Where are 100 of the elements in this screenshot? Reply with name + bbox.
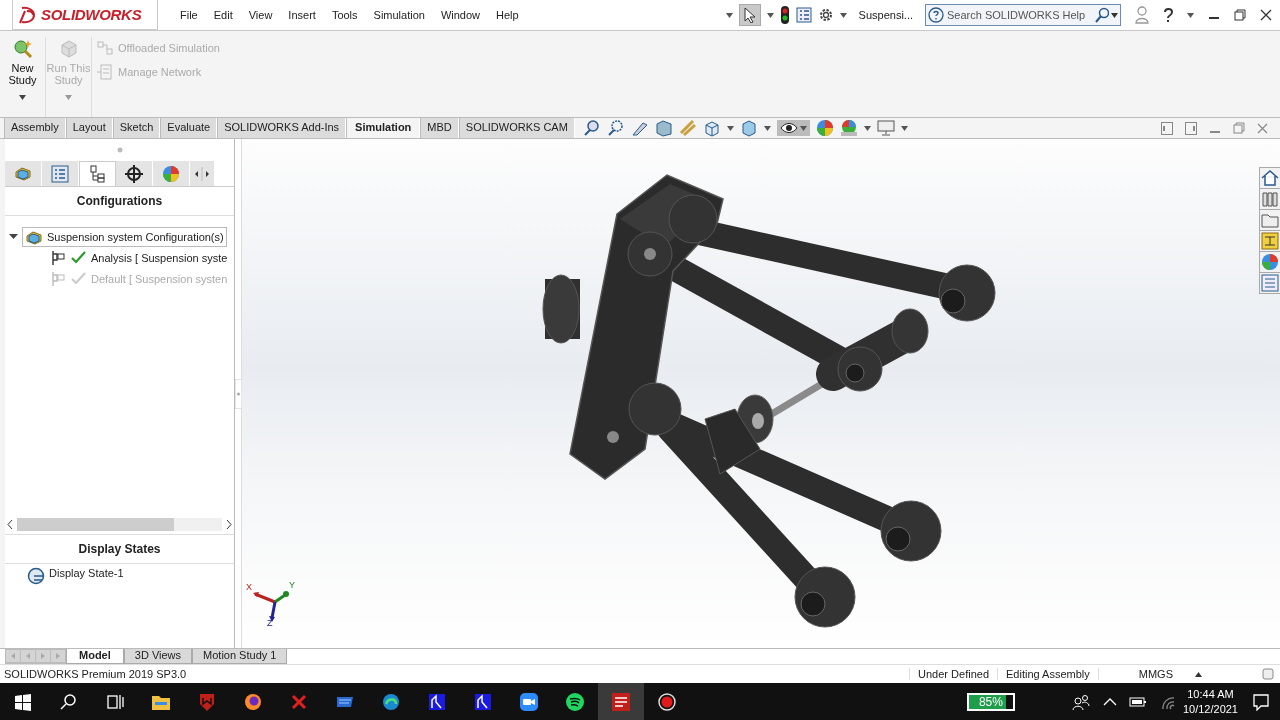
zoom-to-area-icon[interactable] xyxy=(606,119,625,137)
scene-ball-icon[interactable] xyxy=(839,119,858,137)
expand-caret-icon[interactable] xyxy=(9,232,18,241)
menu-item[interactable]: Simulation xyxy=(365,9,433,21)
dropdown-caret-icon[interactable] xyxy=(839,12,847,18)
shield-icon[interactable] xyxy=(197,691,217,712)
windows-start-icon[interactable] xyxy=(13,691,33,712)
network-nodes-icon xyxy=(96,40,114,56)
hide-show-items-button[interactable] xyxy=(776,120,810,136)
close-icon[interactable] xyxy=(1260,9,1272,21)
menu-item[interactable]: Insert xyxy=(280,9,324,21)
square-app-icon[interactable] xyxy=(473,691,493,712)
clock[interactable]: 10:44 AM 10/12/2021 xyxy=(1182,686,1238,717)
record-icon[interactable] xyxy=(657,691,677,712)
display-style-icon[interactable] xyxy=(739,119,758,137)
model-tab[interactable]: 3D Views xyxy=(123,649,193,664)
scroll-right-icon[interactable] xyxy=(226,519,232,529)
panel-title: Display States xyxy=(5,534,234,564)
scrollbar-thumb[interactable] xyxy=(17,517,174,531)
square-app-icon[interactable] xyxy=(427,691,447,712)
chevron-up-icon[interactable] xyxy=(1102,696,1117,707)
command-tab[interactable]: Evaluate xyxy=(160,118,218,138)
cad-app-icon[interactable] xyxy=(611,691,631,712)
video-call-icon[interactable] xyxy=(519,691,539,712)
dropdown-caret-icon[interactable] xyxy=(725,12,733,18)
menu-item[interactable]: Tools xyxy=(323,9,366,21)
restore-icon[interactable] xyxy=(1234,9,1246,21)
dropdown-caret-icon[interactable] xyxy=(1187,12,1194,18)
menu-item[interactable]: File xyxy=(172,9,206,21)
tile-left-icon[interactable] xyxy=(1161,121,1173,135)
battery-icon[interactable] xyxy=(1128,695,1147,708)
menu-item[interactable]: View xyxy=(240,9,281,21)
help-icon xyxy=(928,7,944,23)
library-books-icon[interactable] xyxy=(1260,189,1280,209)
model-tab[interactable]: Motion Study 1 xyxy=(192,649,288,664)
menu-item[interactable]: Help xyxy=(488,9,527,21)
scroll-left-icon[interactable] xyxy=(7,519,13,529)
tab-scroll-button[interactable] xyxy=(190,161,214,186)
search-icon xyxy=(1095,7,1109,23)
server-rack-icon xyxy=(96,64,114,80)
home-icon[interactable] xyxy=(1260,168,1280,188)
configuration-root-item[interactable]: Suspension system Configuration(s) xyxy=(22,226,227,247)
configuration-manager-icon xyxy=(88,165,107,183)
status-field: MMGS xyxy=(1097,668,1195,680)
help-search-box[interactable]: Search SOLIDWORKS Help xyxy=(925,4,1121,26)
status-text: SOLIDWORKS Premium 2019 SP3.0 xyxy=(4,668,187,680)
display-state-item[interactable]: Display State-1 xyxy=(49,567,124,579)
model-tab[interactable]: Model xyxy=(66,649,124,664)
select-tool-button[interactable] xyxy=(738,4,761,26)
section-view-icon[interactable] xyxy=(654,119,673,137)
command-tab[interactable]: SOLIDWORKS Add-Ins xyxy=(217,118,347,138)
axis-triad-drawing: X Y Z xyxy=(246,580,295,626)
people-icon[interactable] xyxy=(1070,692,1091,711)
music-app-icon[interactable] xyxy=(565,691,585,712)
dropdown-caret-icon[interactable] xyxy=(900,125,908,131)
traffic-light-icon[interactable] xyxy=(779,6,790,24)
zoom-to-fit-icon[interactable] xyxy=(582,119,601,137)
menu-item[interactable]: Window xyxy=(432,9,489,21)
display-state-icon xyxy=(27,567,45,585)
configuration-node-icon xyxy=(51,270,67,287)
help-search-field[interactable]: Search SOLIDWORKS Help xyxy=(946,9,1093,21)
battery-meter: 85% xyxy=(966,692,1015,711)
appearance-ball-icon[interactable] xyxy=(815,119,834,137)
view-orientation-icon[interactable] xyxy=(702,119,721,137)
settings-icon[interactable] xyxy=(817,7,834,23)
dropdown-caret-icon[interactable] xyxy=(726,125,734,131)
help-menu-icon[interactable] xyxy=(1163,7,1173,23)
command-tab[interactable]: Sketch xyxy=(112,118,161,138)
configuration-item[interactable]: Analysis [ Suspension syste xyxy=(91,251,228,264)
expand-up-icon[interactable] xyxy=(1195,671,1202,677)
status-field: Under Defined xyxy=(909,668,997,680)
tile-right-icon[interactable] xyxy=(1185,121,1197,135)
command-tab[interactable]: Assembly xyxy=(4,118,66,138)
user-icon[interactable] xyxy=(1135,6,1149,24)
command-tab[interactable]: SOLIDWORKS CAM xyxy=(458,118,575,138)
feature-tree-icon xyxy=(14,164,32,183)
notifications-icon[interactable] xyxy=(1252,692,1270,711)
command-tab[interactable]: MBD xyxy=(420,118,459,138)
search-icon[interactable] xyxy=(59,691,79,712)
menu-item[interactable]: Edit xyxy=(205,9,241,21)
wave-browser-icon[interactable] xyxy=(381,691,401,712)
panel-grip-icon[interactable] xyxy=(116,147,123,153)
command-tab[interactable]: Layout xyxy=(65,118,113,138)
configuration-node-icon xyxy=(51,249,67,266)
dropdown-caret-icon[interactable] xyxy=(863,125,871,131)
status-field: Editing Assembly xyxy=(997,668,1098,680)
dropdown-caret-icon[interactable] xyxy=(1111,12,1118,18)
splitter-handle-icon[interactable] xyxy=(235,378,242,409)
property-manager-icon xyxy=(51,164,69,183)
eye-icon xyxy=(779,121,798,135)
magnifier-spark-icon xyxy=(12,39,33,59)
dropdown-caret-icon[interactable] xyxy=(19,95,26,100)
appearance-ball-icon[interactable] xyxy=(1260,252,1280,272)
command-tab[interactable]: Simulation xyxy=(346,118,421,138)
cursor-arrow-icon xyxy=(742,7,757,23)
dropdown-caret-icon[interactable] xyxy=(766,12,774,18)
dropdown-caret-icon[interactable] xyxy=(763,125,771,131)
list-options-icon[interactable] xyxy=(795,7,812,23)
configuration-icon xyxy=(25,228,43,245)
app-logo: SOLIDWORKS xyxy=(41,6,142,23)
